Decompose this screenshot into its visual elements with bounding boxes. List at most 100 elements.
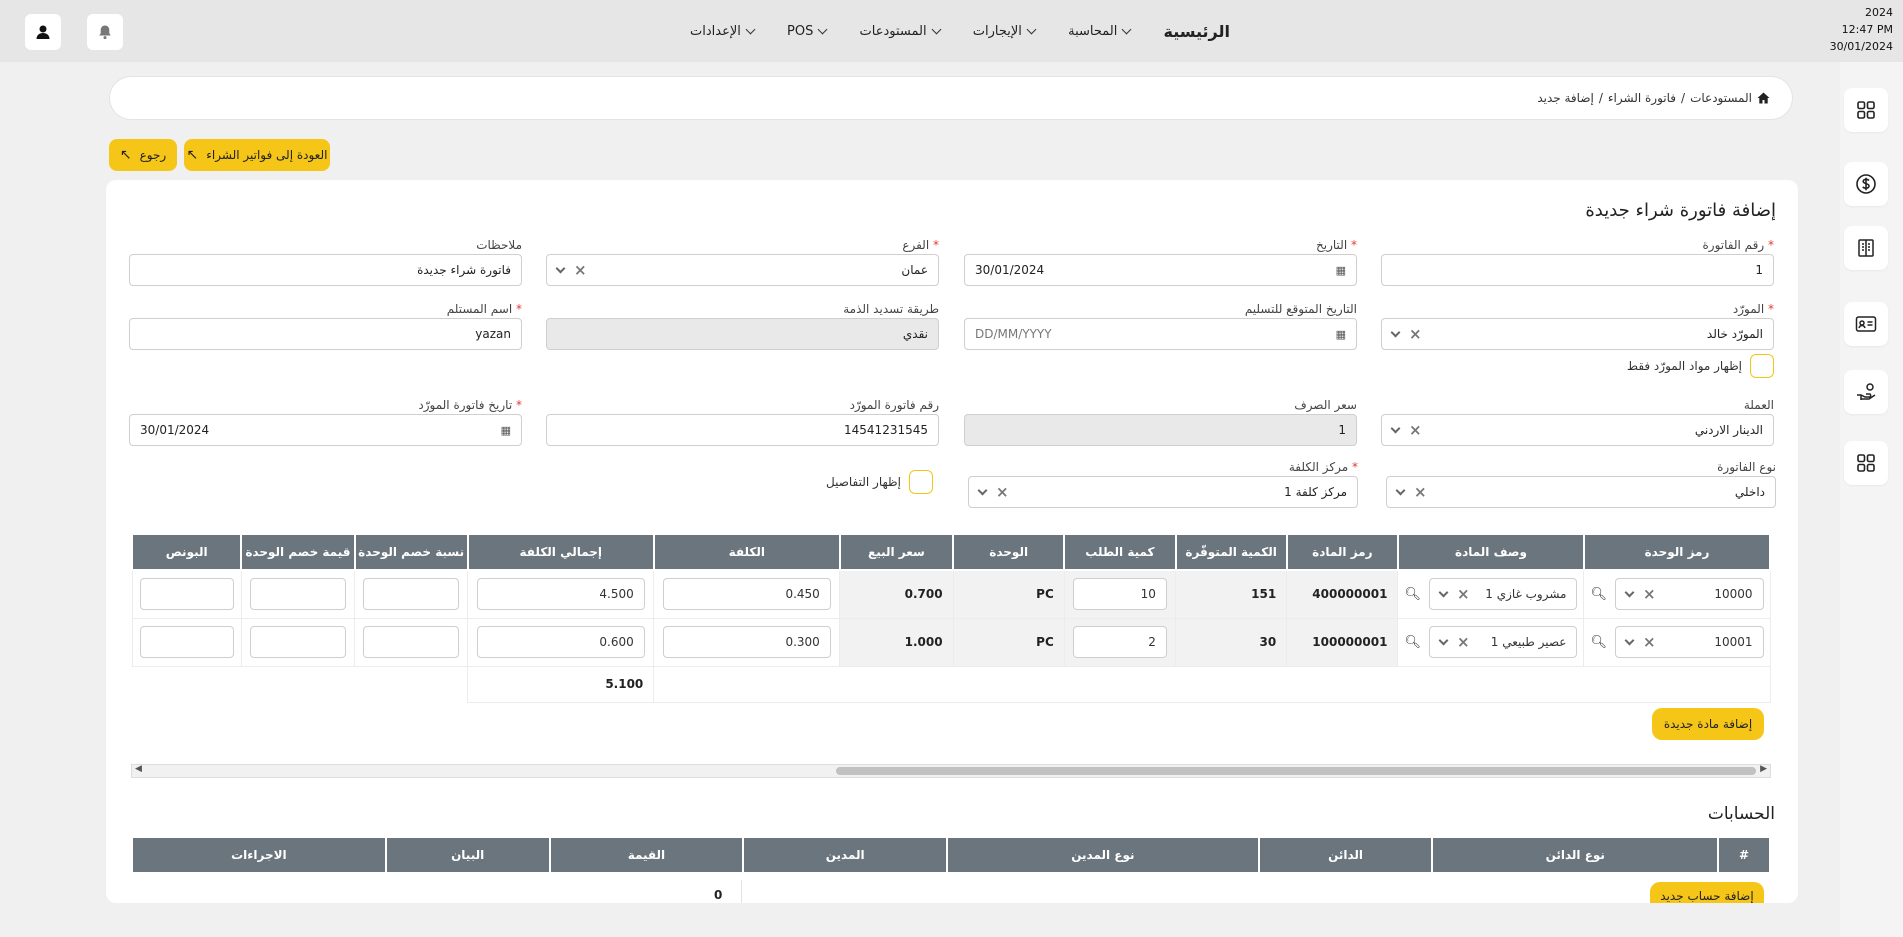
clear-icon[interactable]: × [1414, 483, 1427, 501]
description-select[interactable]: مشروب غازي 1 × [1428, 578, 1578, 611]
scroll-right-icon[interactable]: ▶ [1760, 764, 1767, 774]
back-to-invoices-button[interactable]: العودة إلى فواتير الشراء ↖ [184, 139, 330, 171]
total-cost-input[interactable]: 0.600 [476, 626, 645, 658]
date-input[interactable]: 30/01/2024 ▦ [964, 254, 1357, 286]
horizontal-scrollbar[interactable]: ◀ ▶ [131, 764, 1771, 778]
nav-pos[interactable]: POS [787, 24, 828, 39]
unit-discount-val-input[interactable] [249, 626, 346, 658]
available-qty-cell: 151 [1174, 569, 1288, 619]
notes-textarea[interactable]: فاتورة شراء جديدة [129, 254, 522, 286]
unit-discount-pct-input[interactable] [363, 626, 460, 658]
scroll-left-icon[interactable]: ◀ [135, 764, 142, 774]
sidebar-dashboard[interactable] [1844, 88, 1888, 132]
user-icon [36, 25, 50, 39]
breadcrumb: المستودعات / فاتورة الشراء / إضافة جديد [109, 76, 1793, 120]
unit-discount-pct-input[interactable] [363, 578, 460, 611]
nav-accounting[interactable]: المحاسبة [1068, 23, 1132, 39]
order-qty-input[interactable]: 2 [1072, 626, 1167, 658]
notifications-button[interactable] [87, 14, 123, 50]
order-qty-cell: 10 [1063, 569, 1177, 619]
unit-code-select[interactable]: 10000 × [1614, 578, 1764, 611]
cost-input[interactable]: 0.300 [662, 626, 831, 658]
search-icon[interactable]: 🔍︎ [1590, 587, 1607, 602]
sidebar-finance[interactable] [1844, 162, 1888, 206]
sidebar-id-card[interactable] [1844, 302, 1888, 346]
sidebar-payments[interactable] [1844, 370, 1888, 414]
nav-settings[interactable]: الإعدادات [690, 24, 756, 39]
expected-delivery-placeholder: DD/MM/YYYY [975, 327, 1052, 341]
user-button[interactable] [25, 14, 61, 50]
show-supplier-items-toggle[interactable]: إظهار مواد المورّد فقط [1627, 354, 1774, 378]
invoice-type-label: نوع الفاتورة [1717, 460, 1776, 474]
sidebar-apps[interactable] [1844, 441, 1888, 485]
search-icon[interactable]: 🔍︎ [1590, 635, 1607, 650]
clear-icon[interactable]: × [1643, 585, 1656, 603]
calendar-icon[interactable]: ▦ [501, 424, 511, 437]
branch-select[interactable]: عمان × [546, 254, 939, 286]
supplier-invoice-date-label: تاريخ فاتورة المورّد [418, 398, 513, 412]
chevron-down-icon [931, 24, 942, 34]
clear-icon[interactable]: × [1457, 585, 1470, 603]
grid-icon [1857, 454, 1875, 472]
receiver-name-value: yazan [475, 327, 511, 341]
expected-delivery-input[interactable]: DD/MM/YYYY ▦ [964, 318, 1357, 350]
invoice-number-input[interactable]: 1 [1381, 254, 1774, 286]
unit-code-select[interactable]: 10001 × [1614, 626, 1764, 658]
home-icon[interactable] [1757, 92, 1770, 104]
building-icon [1858, 239, 1874, 257]
accounts-total: 0 [714, 888, 723, 902]
calendar-icon[interactable]: ▦ [1336, 264, 1346, 277]
cost-center-value: مركز كلفة 1 [1284, 485, 1347, 499]
bonus-input[interactable] [139, 626, 234, 658]
nav-rentals[interactable]: الإيجارات [973, 24, 1037, 39]
show-supplier-items-checkbox[interactable] [1750, 354, 1774, 378]
calendar-icon[interactable]: ▦ [1336, 328, 1346, 341]
chevron-down-icon[interactable] [1438, 635, 1449, 645]
clear-icon[interactable]: × [1409, 325, 1422, 343]
scrollbar-thumb[interactable] [836, 767, 1756, 775]
supplier-select[interactable]: المورّد خالد × [1381, 318, 1774, 350]
currency-select[interactable]: الدينار الاردني × [1381, 414, 1774, 446]
chevron-down-icon[interactable] [1438, 587, 1449, 598]
chevron-down-icon[interactable] [1390, 327, 1401, 337]
show-details-toggle[interactable]: إظهار التفاصيل [826, 470, 933, 494]
clear-icon[interactable]: × [1409, 421, 1422, 439]
description-select[interactable]: عصير طبيعي 1 × [1428, 626, 1578, 658]
breadcrumb-link-purchase-invoice[interactable]: فاتورة الشراء [1608, 91, 1676, 105]
supplier-invoice-date-input[interactable]: 30/01/2024 ▦ [129, 414, 522, 446]
chevron-down-icon[interactable] [1390, 423, 1401, 433]
clear-icon[interactable]: × [1457, 633, 1470, 651]
show-details-checkbox[interactable] [908, 470, 933, 494]
cost-center-select[interactable]: مركز كلفة 1 × [968, 476, 1358, 508]
chevron-down-icon[interactable] [555, 263, 566, 273]
cost-value: 0.450 [785, 587, 820, 602]
nav-accounting-label: المحاسبة [1068, 23, 1118, 39]
bonus-input[interactable] [139, 578, 234, 611]
cost-input[interactable]: 0.450 [662, 578, 831, 611]
nav-home[interactable]: الرئيسية [1164, 22, 1231, 41]
receiver-name-input[interactable]: yazan [129, 318, 522, 350]
page-title: إضافة فاتورة شراء جديدة [1585, 200, 1776, 221]
search-icon[interactable]: 🔍︎ [1404, 635, 1421, 650]
clear-icon[interactable]: × [996, 483, 1009, 501]
chevron-down-icon[interactable] [1624, 635, 1635, 645]
chevron-down-icon[interactable] [1395, 485, 1406, 495]
add-item-button[interactable]: إضافة مادة جديدة [1652, 708, 1764, 740]
col-available-qty: الكمية المتوفّرة [1174, 533, 1288, 571]
sidebar-warehouse[interactable] [1844, 226, 1888, 270]
back-button[interactable]: رجوع ↖ [109, 139, 177, 171]
order-qty-input[interactable]: 10 [1072, 578, 1167, 611]
unit-discount-val-input[interactable] [249, 578, 346, 611]
breadcrumb-link-warehouses[interactable]: المستودعات [1690, 91, 1752, 105]
clear-icon[interactable]: × [1643, 633, 1656, 651]
supplier-label: المورّد [1732, 302, 1765, 316]
search-icon[interactable]: 🔍︎ [1404, 587, 1421, 602]
invoice-type-select[interactable]: داخلي × [1386, 476, 1776, 508]
chevron-down-icon[interactable] [977, 485, 988, 495]
total-cost-input[interactable]: 4.500 [476, 578, 645, 611]
chevron-down-icon[interactable] [1624, 587, 1635, 598]
supplier-invoice-number-input[interactable]: 14541231545 [546, 414, 939, 446]
nav-warehouses[interactable]: المستودعات [860, 24, 942, 39]
expected-delivery-field: التاريخ المتوقع للتسليم DD/MM/YYYY ▦ [964, 302, 1357, 352]
clear-icon[interactable]: × [574, 261, 587, 279]
